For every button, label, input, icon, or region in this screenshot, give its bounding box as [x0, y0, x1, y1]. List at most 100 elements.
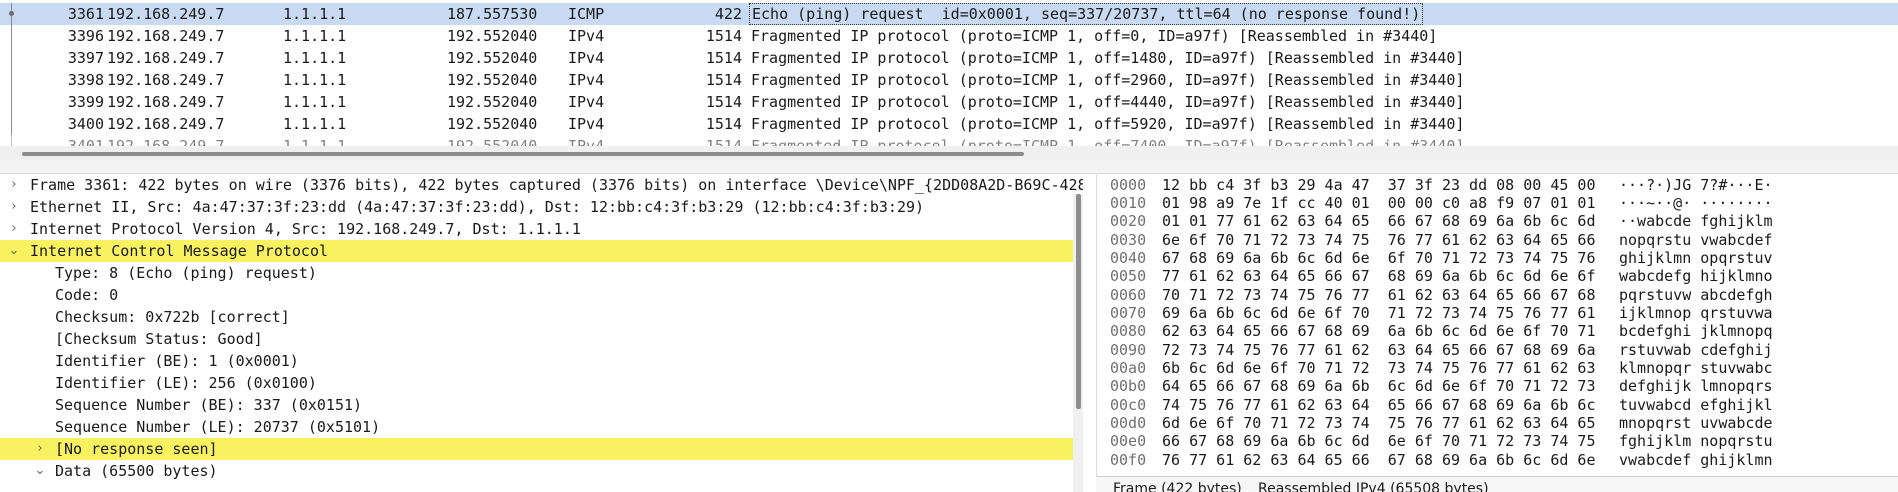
tree-item-field[interactable]: Checksum: 0x722b [correct] — [0, 306, 1073, 328]
packet-row[interactable]: 3396 192.168.249.7 1.1.1.1 192.552040 IP… — [0, 25, 1898, 47]
packet-number: 3398 — [67, 71, 104, 89]
packet-row[interactable]: 3361 192.168.249.7 1.1.1.1 187.557530 IC… — [0, 3, 1898, 25]
tree-item-label: Ethernet II, Src: 4a:47:37:3f:23:dd (4a:… — [30, 198, 925, 216]
packet-source: 192.168.249.7 — [107, 115, 225, 133]
tree-item-field[interactable]: Identifier (BE): 1 (0x0001) — [0, 350, 1073, 372]
packet-info: Fragmented IP protocol (proto=ICMP 1, of… — [751, 27, 1438, 45]
packet-number: 3401 — [67, 137, 104, 146]
row-marker — [8, 47, 18, 69]
packet-length: 1514 — [705, 49, 742, 67]
packet-number: 3361 — [67, 5, 104, 23]
packet-protocol: IPv4 — [568, 115, 605, 133]
packet-row[interactable]: 3397 192.168.249.7 1.1.1.1 192.552040 IP… — [0, 47, 1898, 69]
tree-item-label: [Checksum Status: Good] — [55, 330, 263, 348]
packet-destination: 1.1.1.1 — [283, 115, 347, 133]
tree-item-data[interactable]: ⌄ Data (65500 bytes) — [0, 460, 1073, 482]
packet-source: 192.168.249.7 — [107, 27, 225, 45]
tree-item-label: Internet Control Message Protocol — [30, 242, 329, 260]
tree-item-icmp[interactable]: ⌄ Internet Control Message Protocol — [0, 240, 1073, 262]
tree-item-field[interactable]: Identifier (LE): 256 (0x0100) — [0, 372, 1073, 394]
tree-item-ipv4[interactable]: › Internet Protocol Version 4, Src: 192.… — [0, 218, 1073, 240]
tree-item-label: Frame 3361: 422 bytes on wire (3376 bits… — [30, 176, 1083, 194]
packet-time: 192.552040 — [447, 71, 538, 89]
packet-time: 192.552040 — [447, 93, 538, 111]
tree-item-field[interactable]: Code: 0 — [0, 284, 1073, 306]
packet-source: 192.168.249.7 — [107, 137, 225, 146]
packet-time: 187.557530 — [447, 5, 538, 23]
packet-source: 192.168.249.7 — [107, 93, 225, 111]
chevron-down-icon[interactable]: ⌄ — [33, 460, 47, 482]
pane-splitter[interactable] — [0, 160, 1898, 174]
tree-item-no-response[interactable]: › [No response seen] — [0, 438, 1073, 460]
chevron-down-icon[interactable]: ⌄ — [7, 240, 21, 262]
tree-item-field[interactable]: Sequence Number (LE): 20737 (0x5101) — [0, 416, 1073, 438]
packet-source: 192.168.249.7 — [107, 5, 225, 23]
packet-destination: 1.1.1.1 — [283, 49, 347, 67]
packet-protocol: IPv4 — [568, 71, 605, 89]
packet-protocol: IPv4 — [568, 49, 605, 67]
tree-item-ethernet[interactable]: › Ethernet II, Src: 4a:47:37:3f:23:dd (4… — [0, 196, 1073, 218]
hex-ascii[interactable]: vwabcdef ghijklmn — [1619, 449, 1773, 471]
packet-details-pane[interactable]: › Frame 3361: 422 bytes on wire (3376 bi… — [0, 174, 1083, 492]
scrollbar-thumb[interactable] — [1076, 194, 1081, 409]
row-marker — [8, 3, 18, 25]
tree-item-field[interactable]: [Checksum Status: Good] — [0, 328, 1073, 350]
tree-item-label: Identifier (LE): 256 (0x0100) — [55, 374, 317, 392]
packet-number: 3400 — [67, 115, 104, 133]
packet-row[interactable]: 3401 192.168.249.7 1.1.1.1 192.552040 IP… — [0, 135, 1898, 146]
packet-length: 1514 — [705, 27, 742, 45]
packet-row[interactable]: 3399 192.168.249.7 1.1.1.1 192.552040 IP… — [0, 91, 1898, 113]
details-vertical-scrollbar[interactable] — [1073, 194, 1083, 492]
packet-row[interactable]: 3400 192.168.249.7 1.1.1.1 192.552040 IP… — [0, 113, 1898, 135]
chevron-right-icon[interactable]: › — [33, 438, 47, 460]
byte-view-tabs[interactable]: Frame (422 bytes) Reassembled IPv4 (6550… — [1096, 476, 1898, 492]
tree-item-label: Checksum: 0x722b [correct] — [55, 308, 290, 326]
hex-offset: 00f0 — [1110, 451, 1147, 469]
tree-item-label: Identifier (BE): 1 (0x0001) — [55, 352, 299, 370]
packet-list-horizontal-scrollbar[interactable] — [0, 146, 1898, 160]
row-marker — [8, 69, 18, 91]
row-marker — [8, 135, 18, 146]
packet-info: Fragmented IP protocol (proto=ICMP 1, of… — [751, 137, 1465, 146]
chevron-right-icon[interactable]: › — [7, 196, 21, 218]
tab-reassembled-bytes[interactable]: Reassembled IPv4 (65508 bytes) — [1258, 481, 1489, 492]
packet-length: 1514 — [705, 93, 742, 111]
tree-item-frame[interactable]: › Frame 3361: 422 bytes on wire (3376 bi… — [0, 174, 1083, 196]
packet-time: 192.552040 — [447, 49, 538, 67]
packet-number: 3397 — [67, 49, 104, 67]
chevron-right-icon[interactable]: › — [7, 174, 21, 196]
packet-info: Fragmented IP protocol (proto=ICMP 1, of… — [751, 49, 1465, 67]
hex-bytes[interactable]: 76 77 61 62 63 64 65 66 67 68 69 6a 6b 6… — [1162, 449, 1595, 471]
tree-item-label: Code: 0 — [55, 286, 119, 304]
tree-item-field[interactable]: Type: 8 (Echo (ping) request) — [0, 262, 1073, 284]
packet-time: 192.552040 — [447, 137, 538, 146]
tab-frame-bytes[interactable]: Frame (422 bytes) — [1113, 481, 1242, 492]
scrollbar-thumb[interactable] — [22, 152, 1024, 156]
tree-item-label: [No response seen] — [55, 440, 218, 458]
packet-destination: 1.1.1.1 — [283, 93, 347, 111]
packet-protocol: IPv4 — [568, 137, 605, 146]
packet-source: 192.168.249.7 — [107, 71, 225, 89]
tree-item-label: Sequence Number (LE): 20737 (0x5101) — [55, 418, 381, 436]
packet-list[interactable]: 3361 192.168.249.7 1.1.1.1 187.557530 IC… — [0, 0, 1898, 146]
tree-item-field[interactable]: Sequence Number (BE): 337 (0x0151) — [0, 394, 1073, 416]
packet-length: 1514 — [705, 137, 742, 146]
row-marker — [8, 25, 18, 47]
hex-row[interactable]: 00f0 76 77 61 62 63 64 65 66 67 68 69 6a … — [1097, 449, 1898, 471]
packet-info: Echo (ping) request id=0x0001, seq=337/2… — [749, 3, 1424, 25]
hex-dump-pane[interactable]: 0000 12 bb c4 3f b3 29 4a 47 37 3f 23 dd … — [1096, 174, 1898, 476]
packet-time: 192.552040 — [447, 27, 538, 45]
packet-info: Fragmented IP protocol (proto=ICMP 1, of… — [751, 115, 1465, 133]
chevron-right-icon[interactable]: › — [7, 218, 21, 240]
tree-item-label: Sequence Number (BE): 337 (0x0151) — [55, 396, 363, 414]
row-marker — [8, 91, 18, 113]
tree-item-label: Type: 8 (Echo (ping) request) — [55, 264, 317, 282]
packet-length: 1514 — [705, 115, 742, 133]
packet-destination: 1.1.1.1 — [283, 5, 347, 23]
packet-info: Fragmented IP protocol (proto=ICMP 1, of… — [751, 93, 1465, 111]
tree-item-label: Data (65500 bytes) — [55, 462, 218, 480]
packet-number: 3399 — [67, 93, 104, 111]
packet-destination: 1.1.1.1 — [283, 137, 347, 146]
packet-row[interactable]: 3398 192.168.249.7 1.1.1.1 192.552040 IP… — [0, 69, 1898, 91]
packet-length: 1514 — [705, 71, 742, 89]
